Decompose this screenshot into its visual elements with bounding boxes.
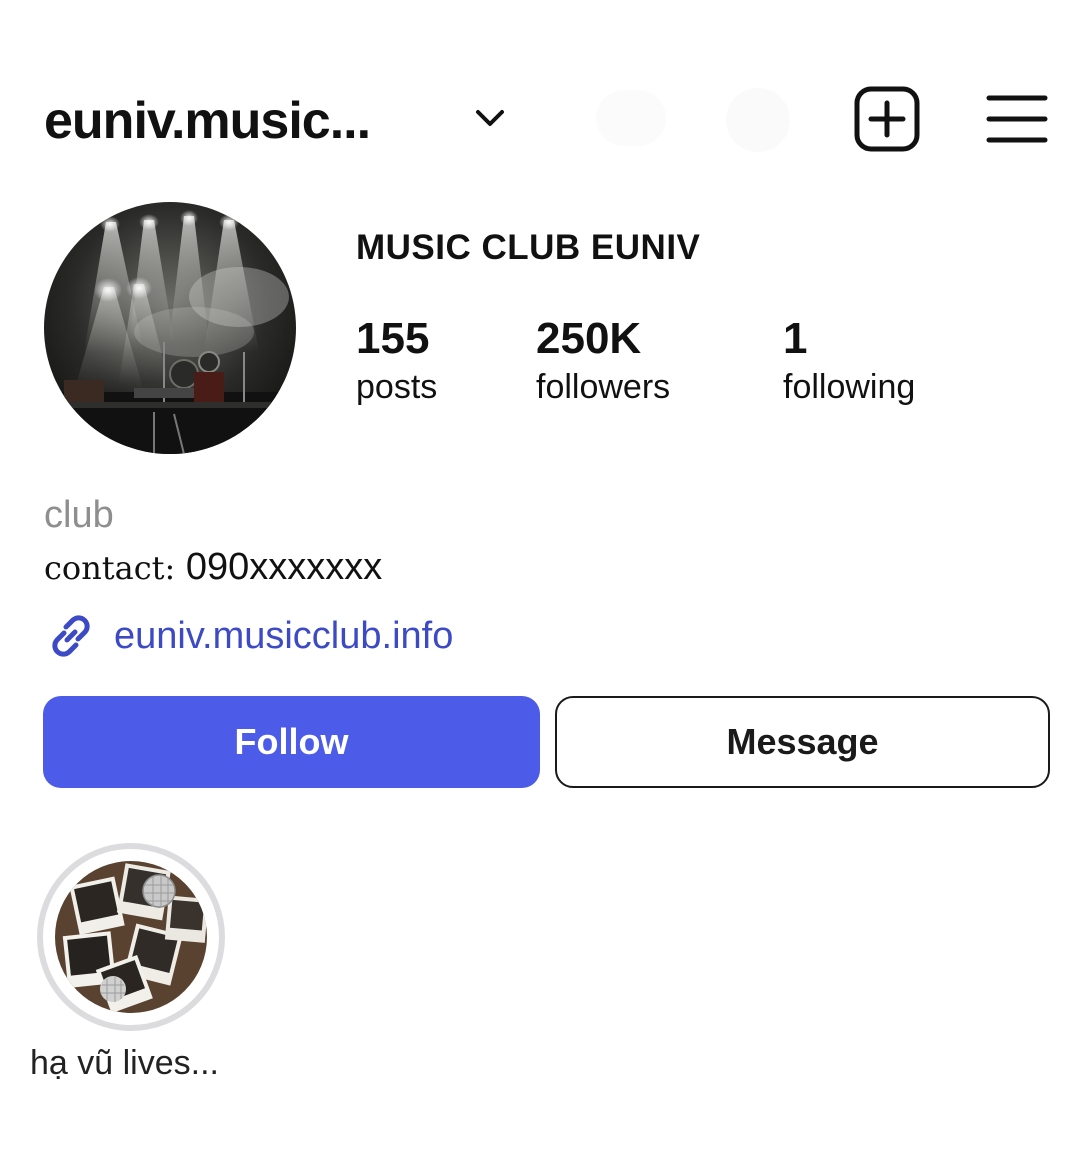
highlight-label: hạ vũ lives...: [30, 1044, 219, 1082]
faded-header-element: [726, 88, 790, 152]
contact-value: 090xxxxxxx: [175, 546, 383, 588]
stage-photo: [44, 202, 296, 454]
link-text[interactable]: euniv.musicclub.info: [114, 615, 453, 658]
profile-username[interactable]: euniv.music...: [44, 86, 371, 156]
faded-header-element: [596, 90, 666, 146]
profile-display-name: MUSIC CLUB EUNIV: [356, 228, 701, 267]
stat-followers[interactable]: 250K followers: [536, 312, 670, 408]
stat-label: followers: [536, 368, 671, 406]
polaroids-photo: [55, 861, 207, 1013]
stat-following[interactable]: 1 following: [783, 312, 915, 408]
stat-value: 155: [356, 314, 430, 363]
stat-value: 1: [783, 314, 808, 363]
stat-label: following: [783, 368, 916, 406]
profile-category: club: [44, 494, 114, 536]
stat-posts[interactable]: 155 posts: [356, 312, 437, 408]
menu-icon[interactable]: [986, 92, 1048, 146]
follow-button[interactable]: Follow: [43, 696, 540, 788]
highlight-cover[interactable]: [55, 861, 207, 1013]
message-button[interactable]: Message: [555, 696, 1050, 788]
new-post-icon[interactable]: [854, 86, 920, 152]
profile-contact: contact: 090xxxxxxx: [44, 546, 382, 589]
chevron-down-icon[interactable]: [472, 104, 508, 132]
profile-avatar[interactable]: [44, 202, 296, 454]
stat-label: posts: [356, 368, 438, 406]
stat-value: 250K: [536, 314, 642, 363]
contact-label: contact:: [44, 549, 176, 587]
profile-link[interactable]: euniv.musicclub.info: [44, 608, 453, 664]
link-icon: [52, 615, 90, 657]
